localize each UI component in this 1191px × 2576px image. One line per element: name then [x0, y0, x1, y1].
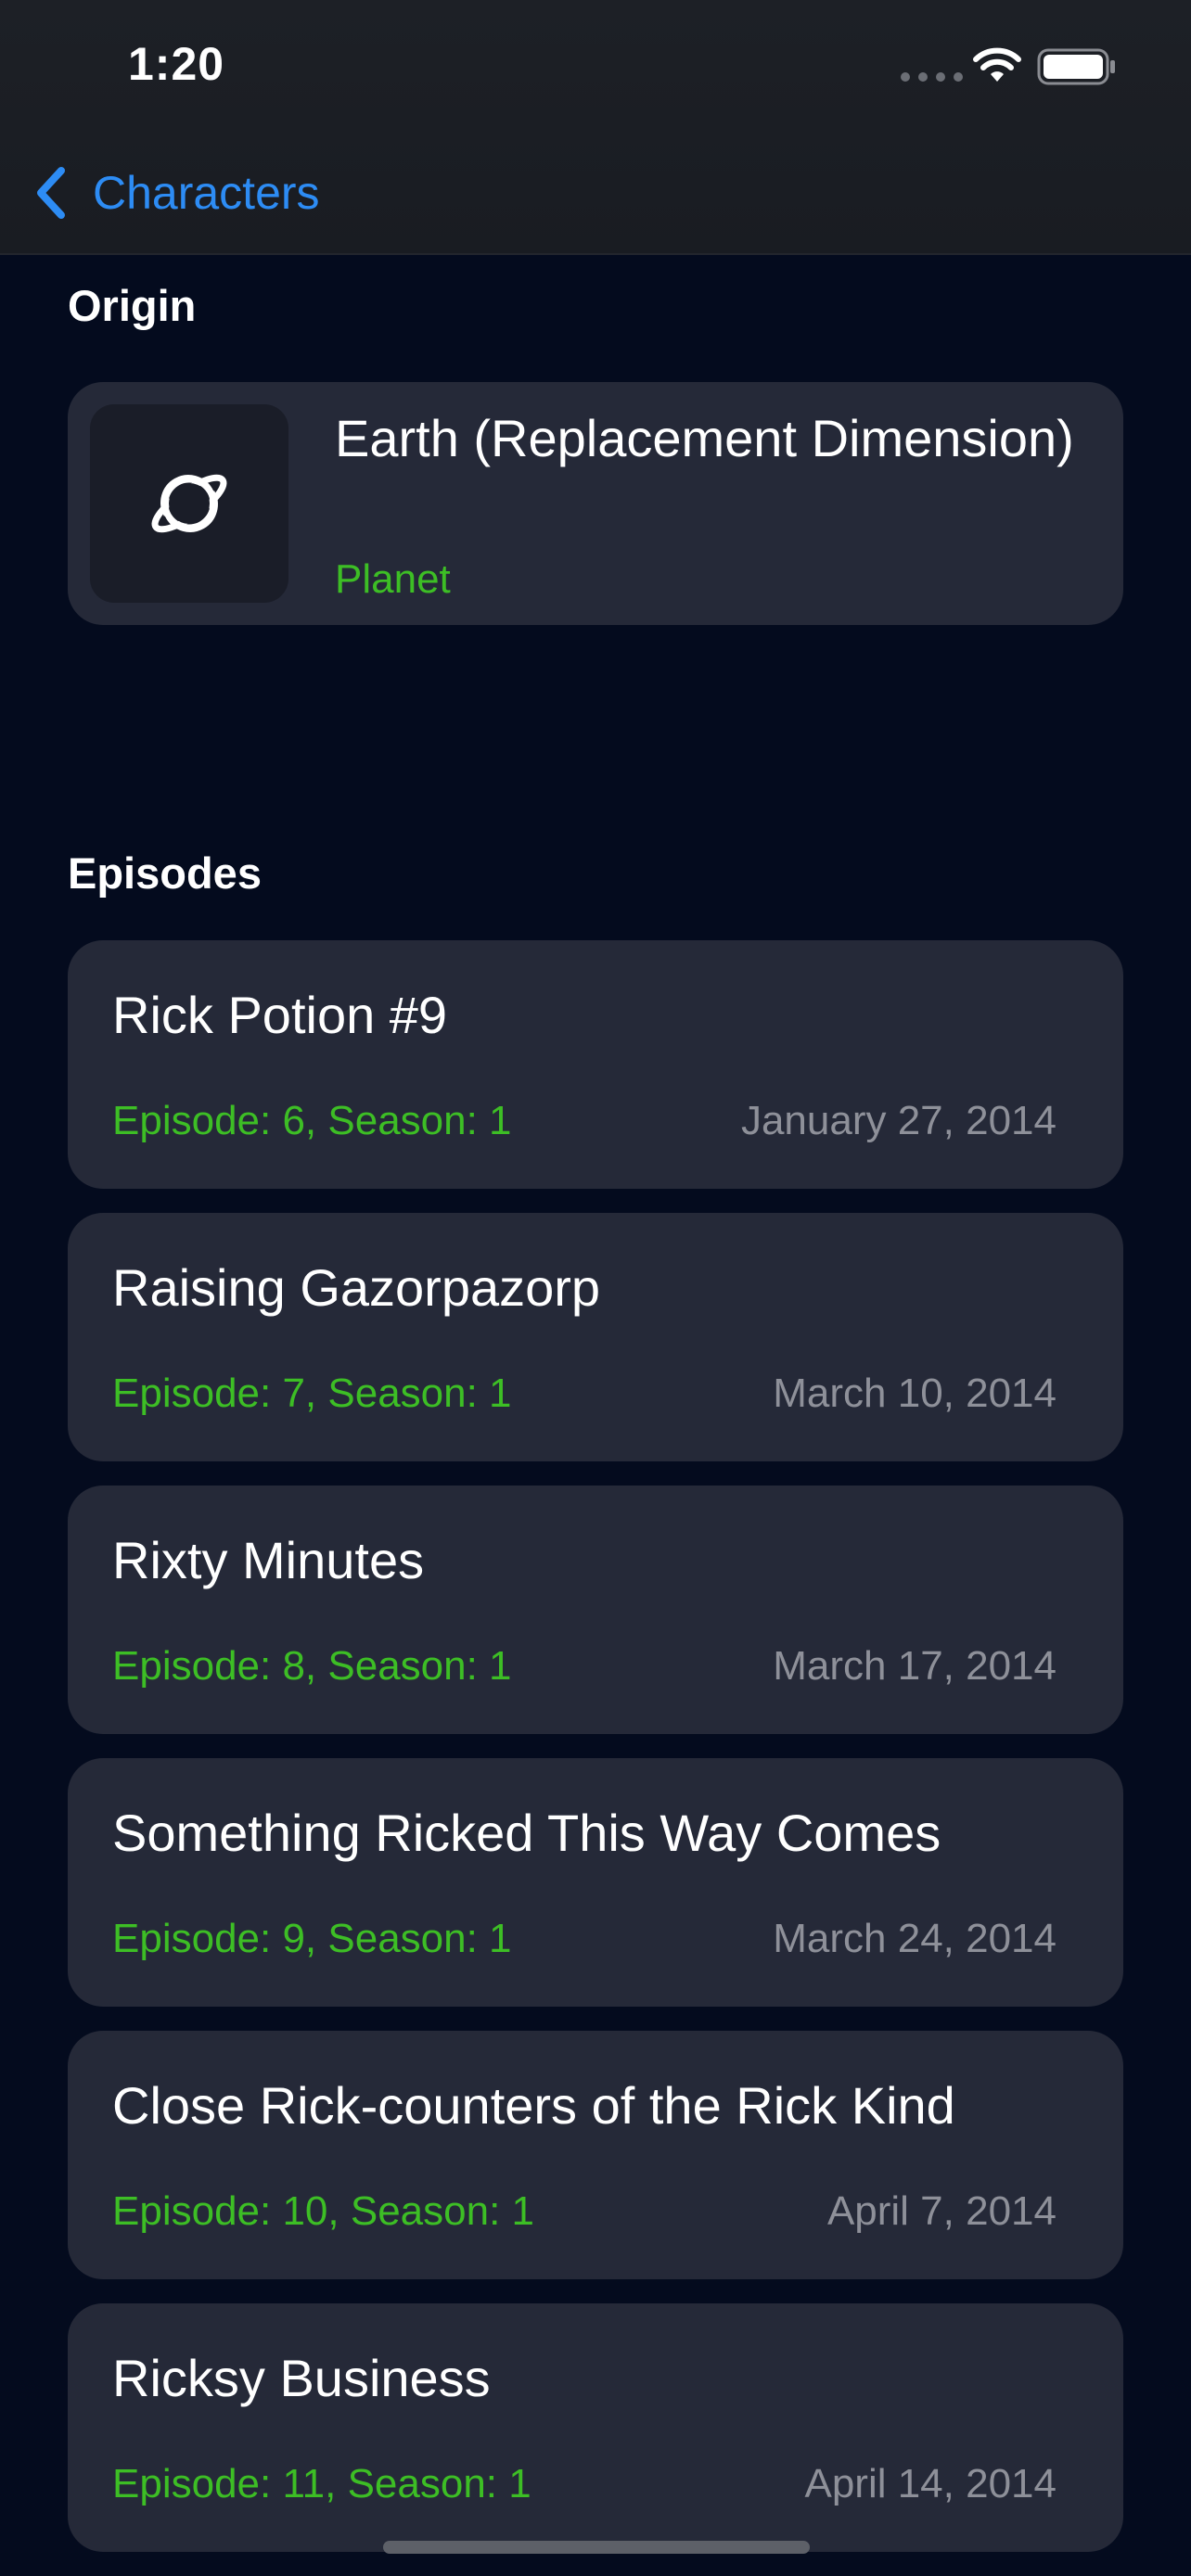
navigation-header: 1:20 Characters	[0, 0, 1191, 255]
episode-list: Rick Potion #9 Episode: 6, Season: 1 Jan…	[68, 940, 1123, 2576]
battery-icon	[1037, 48, 1115, 85]
origin-card[interactable]: Earth (Replacement Dimension) Planet	[68, 382, 1123, 625]
episode-number: Episode: 10, Season: 1	[112, 2188, 534, 2234]
episode-name: Rick Potion #9	[112, 986, 448, 1044]
episode-name: Raising Gazorpazorp	[112, 1258, 601, 1317]
origin-section-title: Origin	[68, 281, 197, 330]
episode-air-date: January 27, 2014	[740, 1098, 1057, 1143]
origin-name: Earth (Replacement Dimension)	[335, 409, 1074, 467]
episodes-section-title: Episodes	[68, 848, 262, 898]
origin-type: Planet	[335, 556, 451, 602]
episode-air-date: April 14, 2014	[804, 2461, 1057, 2506]
episode-card[interactable]: Ricksy Business Episode: 11, Season: 1 A…	[68, 2303, 1123, 2552]
home-indicator[interactable]	[383, 2541, 810, 2554]
character-detail-screen: 1:20 Characters Origin Earth (Replacemen…	[0, 0, 1191, 2576]
episode-air-date: March 17, 2014	[773, 1643, 1057, 1689]
episode-card[interactable]: Close Rick-counters of the Rick Kind Epi…	[68, 2031, 1123, 2279]
status-time: 1:20	[128, 38, 225, 90]
episode-card[interactable]: Rick Potion #9 Episode: 6, Season: 1 Jan…	[68, 940, 1123, 1189]
episode-number: Episode: 9, Season: 1	[112, 1916, 512, 1961]
wifi-icon	[973, 47, 1021, 82]
episode-number: Episode: 6, Season: 1	[112, 1098, 512, 1143]
episode-card[interactable]: Rixty Minutes Episode: 8, Season: 1 Marc…	[68, 1486, 1123, 1734]
episode-air-date: April 7, 2014	[826, 2188, 1057, 2234]
episode-card[interactable]: Something Ricked This Way Comes Episode:…	[68, 1758, 1123, 2007]
episode-name: Something Ricked This Way Comes	[112, 1804, 941, 1862]
episode-card[interactable]: Raising Gazorpazorp Episode: 7, Season: …	[68, 1213, 1123, 1461]
chevron-left-icon	[37, 167, 65, 219]
episode-air-date: March 10, 2014	[773, 1371, 1057, 1416]
episode-name: Ricksy Business	[112, 2349, 491, 2407]
cellular-signal-icon	[901, 72, 963, 82]
episode-name: Close Rick-counters of the Rick Kind	[112, 2076, 955, 2135]
back-button-label: Characters	[93, 167, 320, 219]
origin-thumbnail	[90, 404, 288, 603]
back-button[interactable]: Characters	[33, 159, 320, 226]
planet-icon	[151, 474, 227, 533]
episode-number: Episode: 8, Season: 1	[112, 1643, 512, 1689]
episode-air-date: March 24, 2014	[773, 1916, 1057, 1961]
episode-number: Episode: 7, Season: 1	[112, 1371, 512, 1416]
episode-number: Episode: 11, Season: 1	[112, 2461, 531, 2506]
episode-name: Rixty Minutes	[112, 1531, 425, 1589]
